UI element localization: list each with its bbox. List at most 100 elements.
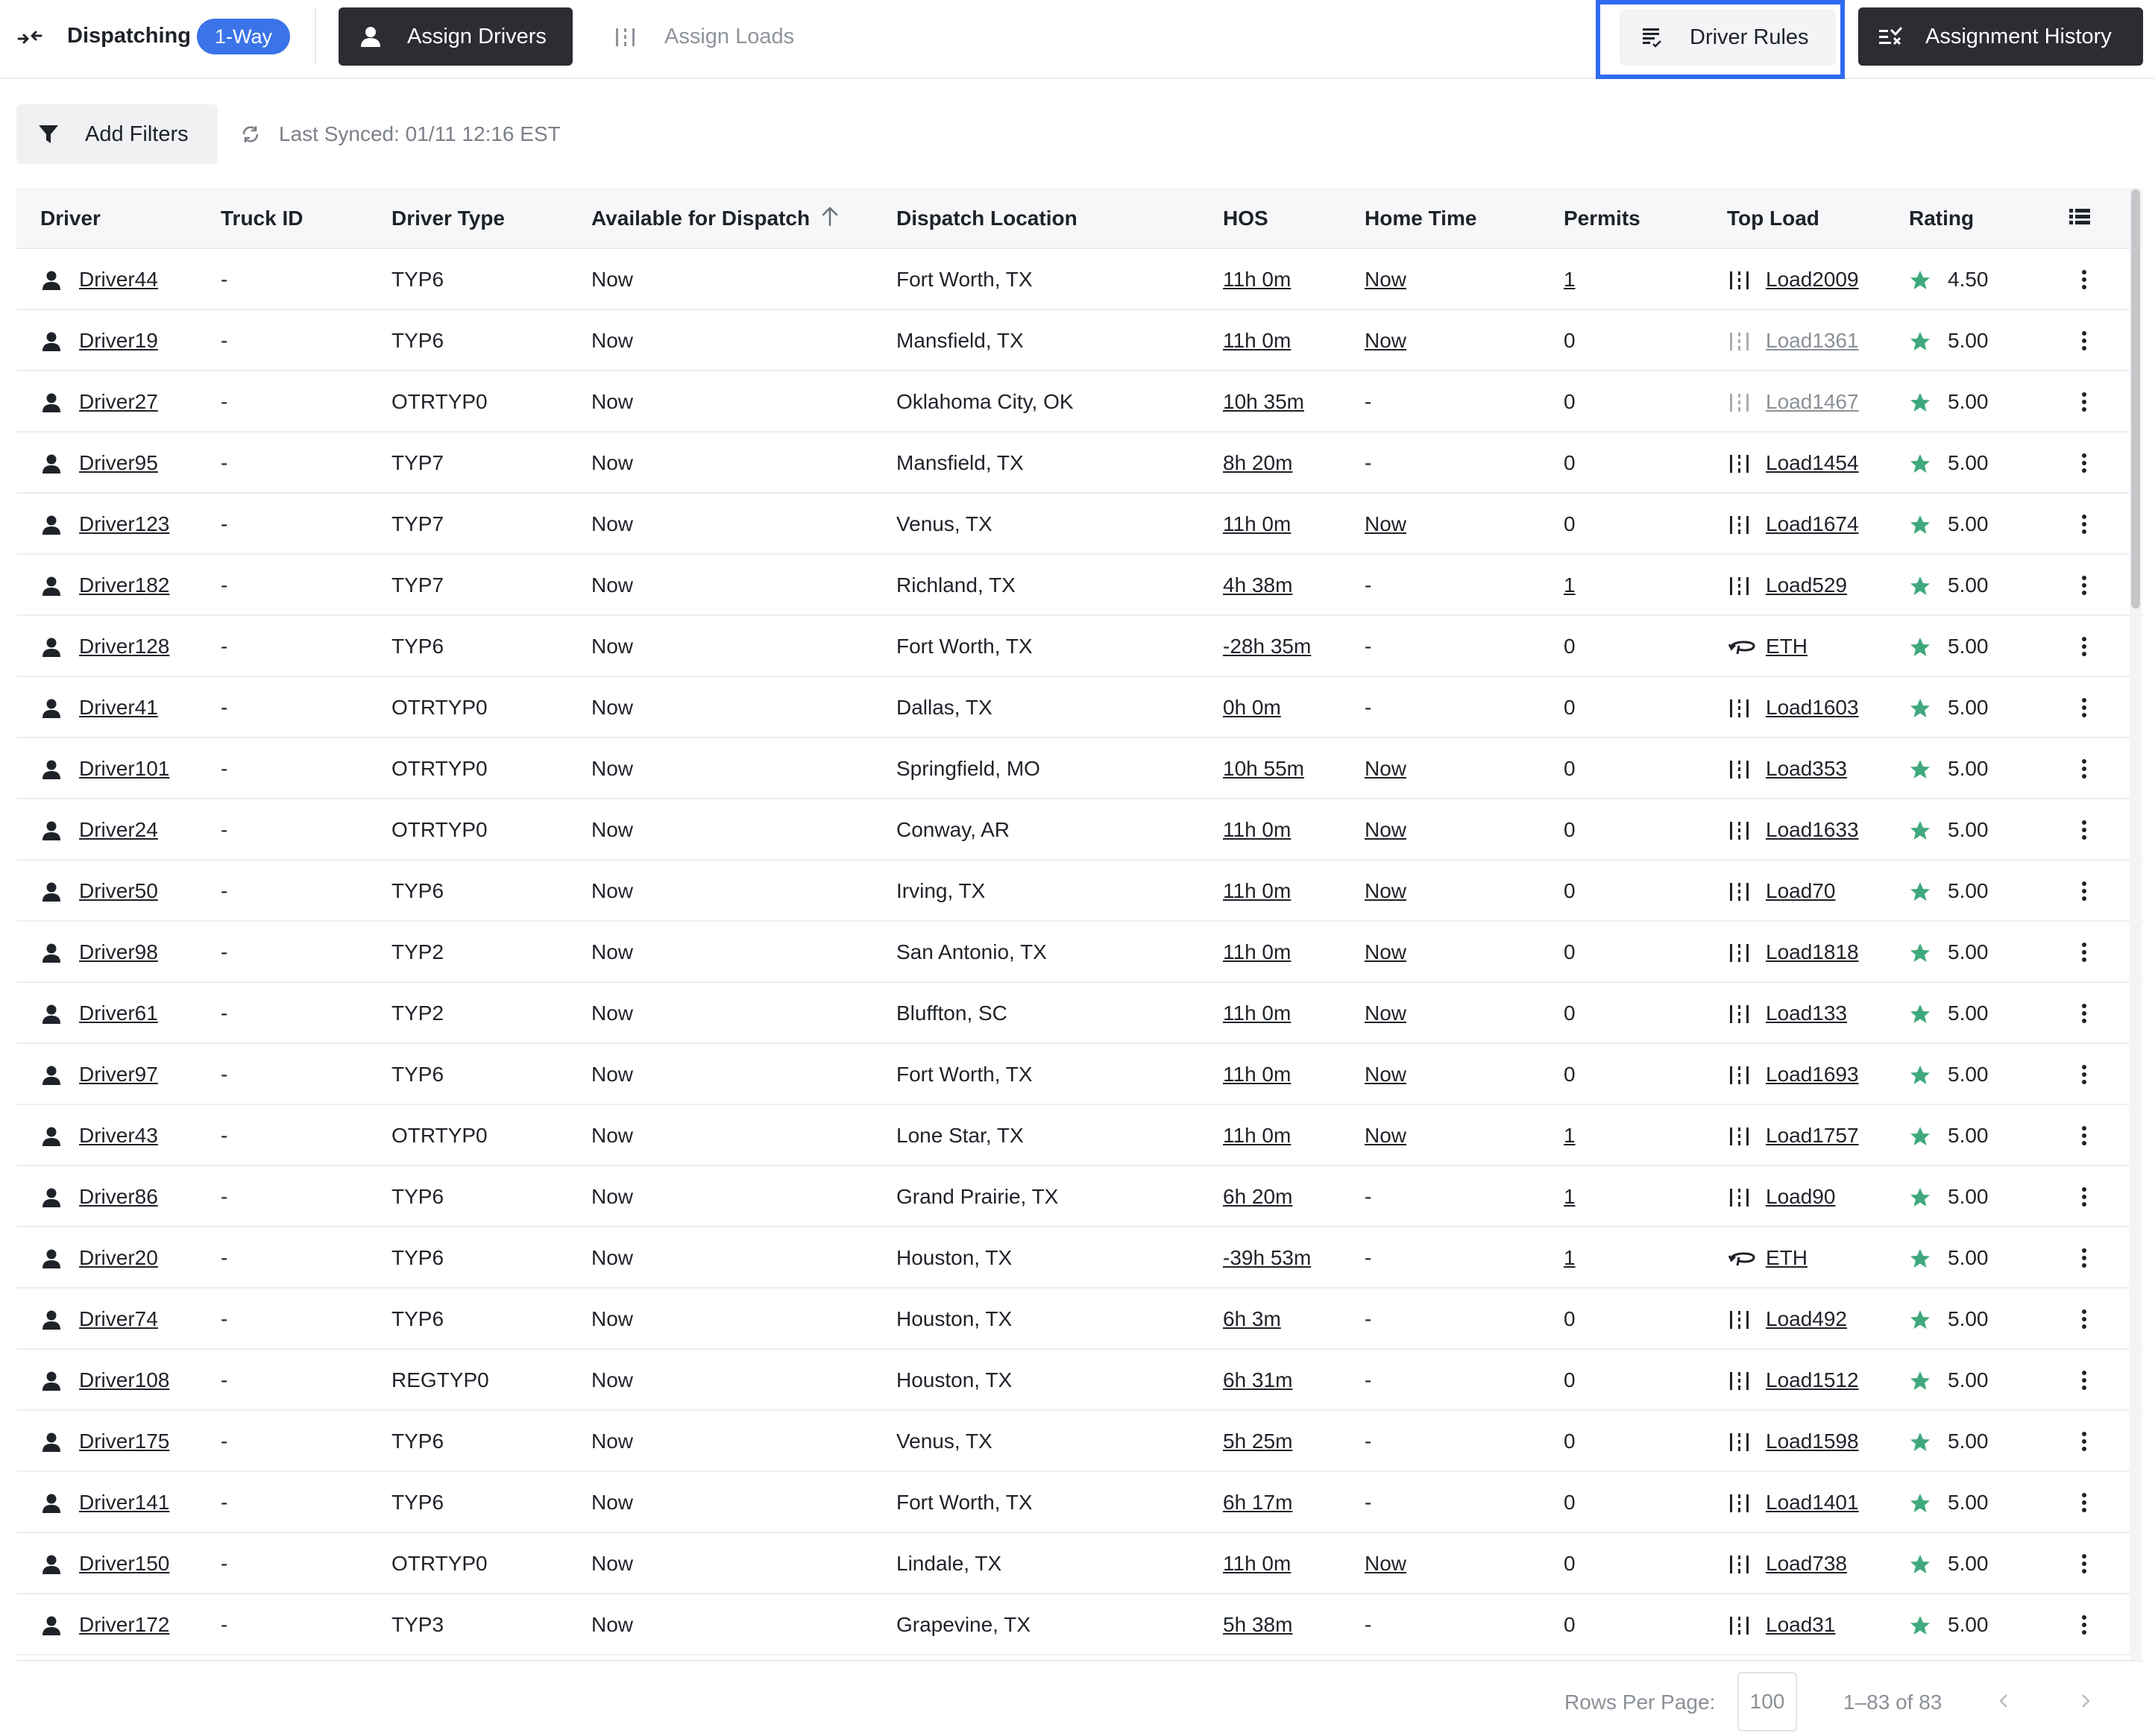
top-load-link[interactable]: Load1674 bbox=[1766, 494, 1859, 555]
home-time[interactable]: Now bbox=[1365, 494, 1406, 555]
kebab-menu-icon[interactable] bbox=[2079, 513, 2089, 535]
home-time[interactable]: Now bbox=[1365, 861, 1406, 922]
kebab-menu-icon[interactable] bbox=[2079, 1369, 2089, 1391]
table-row[interactable]: Driver95 - TYP7 Now Mansfield, TX 8h 20m - 0 Loa… bbox=[16, 433, 2143, 494]
hos-link[interactable]: 11h 0m bbox=[1223, 799, 1291, 861]
top-load-link[interactable]: Load1818 bbox=[1766, 922, 1859, 983]
column-header-driver[interactable]: Driver bbox=[40, 188, 101, 249]
hos-link[interactable]: 8h 20m bbox=[1223, 433, 1292, 494]
top-load-link[interactable]: Load31 bbox=[1766, 1594, 1835, 1655]
top-load-link[interactable]: Load492 bbox=[1766, 1289, 1847, 1350]
top-load-link[interactable]: Load70 bbox=[1766, 861, 1835, 922]
kebab-menu-icon[interactable] bbox=[2079, 1002, 2089, 1025]
hos-link[interactable]: 6h 31m bbox=[1223, 1350, 1292, 1411]
driver-link[interactable]: Driver19 bbox=[79, 310, 158, 371]
collapse-arrows-icon[interactable] bbox=[15, 22, 45, 52]
top-load-link[interactable]: Load1603 bbox=[1766, 677, 1859, 738]
table-row[interactable]: Driver41 - OTRTYP0 Now Dallas, TX 0h 0m - 0 Load… bbox=[16, 677, 2143, 738]
driver-link[interactable]: Driver20 bbox=[79, 1227, 158, 1289]
permits[interactable]: 1 bbox=[1564, 1105, 1576, 1166]
tab-assign-drivers[interactable]: Assign Drivers bbox=[339, 7, 573, 66]
driver-link[interactable]: Driver150 bbox=[79, 1533, 169, 1594]
column-header-hos[interactable]: HOS bbox=[1223, 188, 1268, 249]
hos-link[interactable]: 5h 25m bbox=[1223, 1411, 1292, 1472]
rows-per-page-select[interactable]: 100 bbox=[1737, 1672, 1797, 1732]
kebab-menu-icon[interactable] bbox=[2079, 941, 2089, 963]
driver-link[interactable]: Driver108 bbox=[79, 1350, 169, 1411]
top-load-link[interactable]: Load1757 bbox=[1766, 1105, 1859, 1166]
mode-badge[interactable]: 1-Way bbox=[197, 19, 291, 54]
hos-link[interactable]: 11h 0m bbox=[1223, 1044, 1291, 1105]
assignment-history-button[interactable]: Assignment History bbox=[1858, 7, 2143, 66]
table-row[interactable]: Driver182 - TYP7 Now Richland, TX 4h 38m - 1 Loa… bbox=[16, 555, 2143, 616]
table-row[interactable]: Driver20 - TYP6 Now Houston, TX -39h 53m - 1 ETH… bbox=[16, 1227, 2143, 1289]
top-load-link[interactable]: Load1693 bbox=[1766, 1044, 1859, 1105]
permits[interactable]: 1 bbox=[1564, 1227, 1576, 1289]
hos-link[interactable]: 11h 0m bbox=[1223, 861, 1291, 922]
kebab-menu-icon[interactable] bbox=[2079, 758, 2089, 780]
table-row[interactable]: Driver108 - REGTYP0 Now Houston, TX 6h 31m - 0 L… bbox=[16, 1350, 2143, 1411]
driver-link[interactable]: Driver101 bbox=[79, 738, 169, 799]
add-filters-button[interactable]: Add Filters bbox=[16, 104, 218, 164]
driver-link[interactable]: Driver172 bbox=[79, 1594, 169, 1655]
table-row[interactable]: Driver123 - TYP7 Now Venus, TX 11h 0m Now 0 Load… bbox=[16, 494, 2143, 555]
hos-link[interactable]: 11h 0m bbox=[1223, 922, 1291, 983]
tab-assign-loads[interactable]: Assign Loads bbox=[611, 7, 820, 66]
kebab-menu-icon[interactable] bbox=[2079, 1186, 2089, 1208]
column-header-dispatch-location[interactable]: Dispatch Location bbox=[896, 188, 1078, 249]
kebab-menu-icon[interactable] bbox=[2079, 1614, 2089, 1636]
home-time[interactable]: Now bbox=[1365, 1044, 1406, 1105]
hos-link[interactable]: -28h 35m bbox=[1223, 616, 1311, 677]
top-load-link[interactable]: Load1633 bbox=[1766, 799, 1859, 861]
permits[interactable]: 1 bbox=[1564, 249, 1576, 310]
table-row[interactable]: Driver61 - TYP2 Now Bluffton, SC 11h 0m Now 0 Lo… bbox=[16, 983, 2143, 1044]
home-time[interactable]: Now bbox=[1365, 1105, 1406, 1166]
table-row[interactable]: Driver150 - OTRTYP0 Now Lindale, TX 11h 0m Now… bbox=[16, 1533, 2143, 1594]
top-load-link[interactable]: Load1454 bbox=[1766, 433, 1859, 494]
table-row[interactable]: Driver44 - TYP6 Now Fort Worth, TX 11h 0m Now 1… bbox=[16, 249, 2143, 310]
hos-link[interactable]: 11h 0m bbox=[1223, 983, 1291, 1044]
scrollbar-thumb[interactable] bbox=[2131, 189, 2140, 608]
driver-rules-button[interactable]: Driver Rules bbox=[1620, 9, 1836, 66]
kebab-menu-icon[interactable] bbox=[2079, 1063, 2089, 1086]
home-time[interactable]: Now bbox=[1365, 310, 1406, 371]
driver-link[interactable]: Driver41 bbox=[79, 677, 158, 738]
top-load-link[interactable]: Load133 bbox=[1766, 983, 1847, 1044]
chevron-right-icon[interactable] bbox=[2077, 1690, 2094, 1716]
kebab-menu-icon[interactable] bbox=[2079, 330, 2089, 352]
driver-link[interactable]: Driver97 bbox=[79, 1044, 158, 1105]
home-time[interactable]: Now bbox=[1365, 922, 1406, 983]
driver-link[interactable]: Driver24 bbox=[79, 799, 158, 861]
driver-link[interactable]: Driver61 bbox=[79, 983, 158, 1044]
top-load-link[interactable]: Load529 bbox=[1766, 555, 1847, 616]
table-row[interactable]: Driver141 - TYP6 Now Fort Worth, TX 6h 17m - 0 L… bbox=[16, 1472, 2143, 1533]
table-row[interactable]: Driver175 - TYP6 Now Venus, TX 5h 25m - 0 Load15… bbox=[16, 1411, 2143, 1472]
column-header-rating[interactable]: Rating bbox=[1909, 188, 1974, 249]
table-row[interactable]: Driver97 - TYP6 Now Fort Worth, TX 11h 0m Now 0… bbox=[16, 1044, 2143, 1105]
permits[interactable]: 1 bbox=[1564, 1166, 1576, 1227]
hos-link[interactable]: 11h 0m bbox=[1223, 1533, 1291, 1594]
top-load-link[interactable]: Load2009 bbox=[1766, 249, 1859, 310]
kebab-menu-icon[interactable] bbox=[2079, 1553, 2089, 1575]
table-row[interactable]: Driver98 - TYP2 Now San Antonio, TX 11h 0m Now… bbox=[16, 922, 2143, 983]
hos-link[interactable]: -39h 53m bbox=[1223, 1227, 1311, 1289]
hos-link[interactable]: 6h 20m bbox=[1223, 1166, 1292, 1227]
driver-link[interactable]: Driver182 bbox=[79, 555, 169, 616]
driver-link[interactable]: Driver43 bbox=[79, 1105, 158, 1166]
kebab-menu-icon[interactable] bbox=[2079, 452, 2089, 474]
table-row[interactable]: Driver43 - OTRTYP0 Now Lone Star, TX 11h 0m No… bbox=[16, 1105, 2143, 1166]
sort-ascending-icon[interactable] bbox=[820, 189, 840, 251]
table-row[interactable]: Driver24 - OTRTYP0 Now Conway, AR 11h 0m Now 0 L… bbox=[16, 799, 2143, 861]
kebab-menu-icon[interactable] bbox=[2079, 635, 2089, 658]
driver-link[interactable]: Driver95 bbox=[79, 433, 158, 494]
kebab-menu-icon[interactable] bbox=[2079, 1308, 2089, 1330]
top-load-link[interactable]: ETH bbox=[1766, 616, 1808, 677]
hos-link[interactable]: 10h 55m bbox=[1223, 738, 1304, 799]
kebab-menu-icon[interactable] bbox=[2079, 880, 2089, 902]
permits[interactable]: 1 bbox=[1564, 555, 1576, 616]
top-load-link[interactable]: Load738 bbox=[1766, 1533, 1847, 1594]
sync-icon[interactable] bbox=[240, 124, 261, 150]
driver-link[interactable]: Driver74 bbox=[79, 1289, 158, 1350]
driver-link[interactable]: Driver44 bbox=[79, 249, 158, 310]
column-header-permits[interactable]: Permits bbox=[1564, 188, 1640, 249]
